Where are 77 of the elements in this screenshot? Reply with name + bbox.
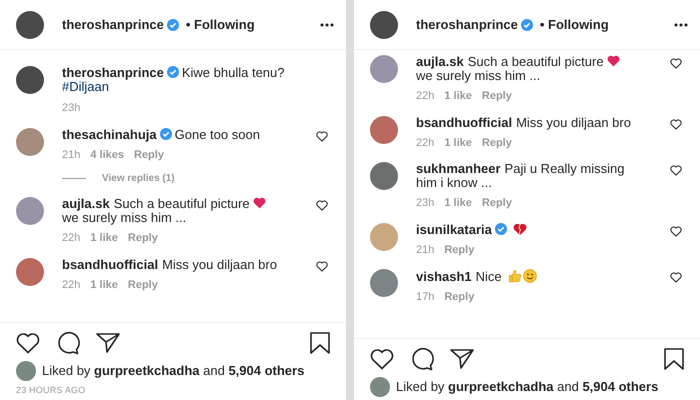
comment-text: vishash1 Nice	[416, 269, 638, 284]
reply-link[interactable]: Reply	[444, 242, 474, 258]
avatar[interactable]	[370, 116, 398, 144]
like-heart-icon[interactable]	[316, 130, 328, 142]
username[interactable]: theroshanprince	[62, 14, 164, 34]
share-icon[interactable]	[450, 348, 474, 370]
reply-link[interactable]: Reply	[482, 195, 512, 212]
verified-badge-icon	[166, 18, 179, 30]
like-icon[interactable]	[370, 348, 394, 370]
broken-heart-emoji-icon	[512, 222, 527, 236]
comment-text: theroshanprince Kiwe bhulla tenu? #Diljaan	[62, 66, 286, 94]
like-heart-icon[interactable]	[316, 200, 328, 211]
comment-text: aujla.sk Such a beautiful picture we surely miss him ...	[62, 197, 284, 225]
reply-link[interactable]: Reply	[134, 146, 164, 163]
reply-link[interactable]: Reply	[444, 289, 474, 306]
likes-count-link[interactable]: 1 like	[444, 195, 472, 212]
liked-by-text[interactable]: Liked by gurpreetkchadha and 5,904 others	[42, 360, 304, 380]
avatar[interactable]	[16, 66, 44, 94]
likes-count-link[interactable]: 1 like	[444, 88, 472, 104]
heart-emoji-icon	[253, 197, 266, 209]
heart-emoji-icon	[607, 55, 620, 67]
post-time: 23 HOURS AGO	[16, 384, 86, 396]
comment-text: isunilkataria	[416, 222, 638, 236]
comment-time: 22h	[62, 278, 80, 292]
following-button[interactable]: • Following	[186, 14, 255, 34]
comment-icon[interactable]	[410, 347, 434, 371]
comment-time: 21h	[62, 148, 80, 162]
like-heart-icon[interactable]	[670, 118, 682, 130]
reply-link[interactable]: Reply	[128, 276, 158, 293]
like-heart-icon[interactable]	[670, 226, 682, 236]
verified-badge-icon	[520, 18, 533, 30]
verified-badge-icon	[494, 222, 507, 234]
comment-text: bsandhuofficial Miss you diljaan bro	[62, 258, 278, 272]
smiley-emoji-icon	[523, 269, 538, 283]
comment-text: sukhmanheer Paji u Really missing him i know ...	[416, 162, 626, 190]
comment-time: 23h	[416, 196, 434, 211]
avatar	[370, 377, 390, 397]
like-heart-icon[interactable]	[316, 260, 328, 272]
reply-link[interactable]: Reply	[482, 134, 512, 151]
comment-text: bsandhuofficial Miss you diljaan bro	[416, 116, 632, 130]
view-replies-link[interactable]: View replies (1)	[102, 171, 175, 186]
comment-text: thesachinahuja Gone too soon	[62, 128, 261, 142]
more-options-icon[interactable]	[320, 22, 334, 26]
comment-text: aujla.sk Such a beautiful picture we surely miss him ...	[416, 55, 638, 83]
share-icon[interactable]	[96, 332, 120, 354]
liked-by-text[interactable]: Liked by gurpreetkchadha and 5,904 others	[396, 377, 658, 397]
avatar[interactable]	[370, 162, 398, 190]
comment-time: 17h	[416, 290, 434, 305]
like-heart-icon[interactable]	[670, 58, 682, 69]
more-options-icon[interactable]	[674, 22, 688, 26]
like-heart-icon[interactable]	[670, 272, 682, 283]
avatar[interactable]	[16, 10, 44, 38]
likes-count-link[interactable]: 1 like	[90, 276, 118, 293]
avatar[interactable]	[370, 269, 398, 297]
username[interactable]: theroshanprince	[416, 14, 518, 34]
avatar[interactable]	[370, 10, 398, 38]
following-button[interactable]: • Following	[540, 14, 609, 34]
reply-link[interactable]: Reply	[482, 88, 512, 104]
like-heart-icon[interactable]	[670, 165, 682, 176]
likes-count-link[interactable]: 1 like	[444, 134, 472, 151]
comment-time: 22h	[416, 136, 434, 150]
like-icon[interactable]	[16, 332, 40, 354]
avatar	[16, 360, 36, 380]
verified-badge-icon	[166, 66, 179, 78]
avatar[interactable]	[16, 258, 44, 286]
reply-link[interactable]: Reply	[128, 230, 158, 246]
verified-badge-icon	[160, 128, 172, 140]
comment-time: 22h	[416, 89, 434, 104]
bookmark-icon[interactable]	[310, 332, 330, 354]
comment-time: 22h	[62, 231, 80, 246]
caption-time: 23h	[62, 101, 82, 116]
likes-count-link[interactable]: 1 like	[90, 230, 118, 246]
bookmark-icon[interactable]	[664, 348, 684, 370]
comment-time: 21h	[416, 242, 434, 258]
comment-icon[interactable]	[56, 330, 80, 354]
thumbs-up-emoji-icon	[508, 269, 522, 283]
likes-count-link[interactable]: 4 likes	[90, 146, 124, 163]
